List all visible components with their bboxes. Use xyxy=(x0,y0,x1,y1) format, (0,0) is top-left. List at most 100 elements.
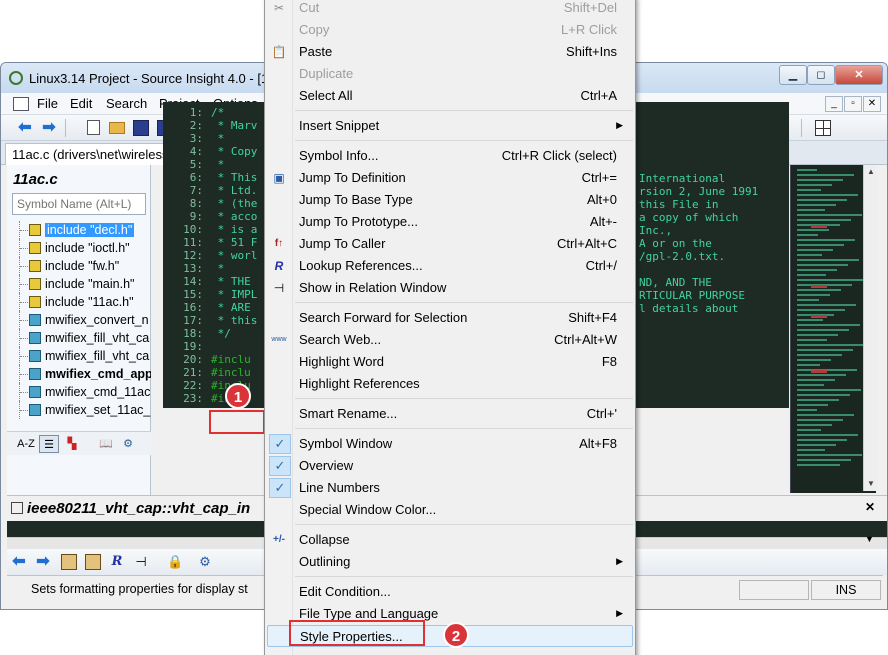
new-file-icon[interactable] xyxy=(87,120,100,135)
line-number: 21: xyxy=(183,366,203,379)
menu-item-smart-rename[interactable]: Smart Rename... Ctrl+' xyxy=(267,403,633,425)
symbol-name-search-input[interactable] xyxy=(12,193,146,215)
menu-search[interactable]: Search xyxy=(106,96,147,111)
context-window-icon xyxy=(11,502,23,514)
context-window-close-icon[interactable]: ✕ xyxy=(865,500,875,514)
menu-item-duplicate[interactable]: Duplicate xyxy=(267,63,633,85)
menu-item-label: Overview xyxy=(299,458,354,473)
overview-marker xyxy=(811,225,827,228)
mdi-close-button[interactable]: ✕ xyxy=(863,96,881,112)
symbol-list-item[interactable]: mwifiex_cmd_app xyxy=(7,365,151,383)
lock-icon[interactable]: 🔒 xyxy=(167,554,183,570)
menu-item-insert-snippet[interactable]: Insert Snippet ▶ xyxy=(267,115,633,137)
overview-line xyxy=(797,189,821,191)
symbol-list-item[interactable]: include "main.h" xyxy=(7,275,151,293)
close-button[interactable]: ✕ xyxy=(835,65,883,85)
menu-item-collapse[interactable]: +/- Collapse xyxy=(267,529,633,551)
context-menu: ✂ Cut Shift+Del Copy L+R Click 📋 Paste Shift+In… xyxy=(264,0,636,655)
menu-item-line-numbers[interactable]: ✓ Line Numbers xyxy=(267,477,633,499)
symbol-list-item[interactable]: include "fw.h" xyxy=(7,257,151,275)
menu-separator xyxy=(295,428,633,429)
book-icon[interactable]: 📖 xyxy=(97,435,115,453)
menu-item-paste[interactable]: 📋 Paste Shift+Ins xyxy=(267,41,633,63)
settings-gear-icon[interactable]: ⚙ xyxy=(197,554,213,570)
status-message: Sets formatting properties for display s… xyxy=(31,582,248,596)
menu-item-special-window-color[interactable]: Special Window Color... xyxy=(267,499,633,521)
menu-edit[interactable]: Edit xyxy=(70,96,92,111)
menu-item-lookup-references[interactable]: R Lookup References... Ctrl+/ xyxy=(267,255,633,277)
toolbar-separator xyxy=(65,119,66,137)
tree-connector xyxy=(19,257,29,275)
menu-item-cut[interactable]: ✂ Cut Shift+Del xyxy=(267,0,633,19)
overview-line xyxy=(797,169,817,171)
menu-item-outlining[interactable]: Outlining ▶ xyxy=(267,551,633,573)
menu-item-label: Copy xyxy=(299,22,330,37)
menu-item-select-all[interactable]: Select All Ctrl+A xyxy=(267,85,633,107)
overview-line xyxy=(797,289,841,291)
symbol-list-item[interactable]: include "11ac.h" xyxy=(7,293,151,311)
overview-line xyxy=(797,279,863,281)
menu-item-highlight-word[interactable]: Highlight Word F8 xyxy=(267,351,633,373)
menu-item-jump-to-caller[interactable]: f↑ Jump To Caller Ctrl+Alt+C xyxy=(267,233,633,255)
relation-icon[interactable]: ⊣ xyxy=(133,554,149,570)
save-icon[interactable] xyxy=(133,120,149,136)
list-view-icon[interactable]: ☰ xyxy=(39,435,59,453)
symbol-label: mwifiex_convert_n xyxy=(45,313,149,327)
code-line-fragment: International xyxy=(639,172,726,185)
menu-item-label: Line Numbers xyxy=(299,480,380,495)
sort-alpha-icon[interactable]: A-Z xyxy=(15,435,37,453)
menu-item-label: Insert Snippet xyxy=(299,118,380,133)
book-icon[interactable] xyxy=(85,554,101,570)
open-folder-icon[interactable] xyxy=(109,122,125,134)
scroll-up-icon[interactable]: ▲ xyxy=(864,165,878,179)
scroll-down-icon[interactable]: ▼ xyxy=(864,477,878,491)
overview-line xyxy=(797,194,858,196)
tree-connector xyxy=(19,401,29,419)
symbol-list-item[interactable]: include "decl.h" xyxy=(7,221,151,239)
menu-item-overview[interactable]: ✓ Overview xyxy=(267,455,633,477)
project-icon[interactable] xyxy=(61,554,77,570)
menu-item-search-web[interactable]: www Search Web... Ctrl+Alt+W xyxy=(267,329,633,351)
symbol-list-item[interactable]: mwifiex_fill_vht_ca xyxy=(7,347,151,365)
menu-item-highlight-references[interactable]: Highlight References xyxy=(267,373,633,395)
code-line: * 51 F xyxy=(211,236,258,249)
mdi-restore-button[interactable]: ▫ xyxy=(844,96,862,112)
settings-gear-icon[interactable]: ⚙ xyxy=(119,435,137,453)
symbol-list-item[interactable]: mwifiex_fill_vht_ca xyxy=(7,329,151,347)
back-arrow-icon[interactable]: ⬅ xyxy=(17,120,33,136)
category-view-icon[interactable]: ▚ xyxy=(63,435,81,453)
line-number: 8: xyxy=(189,197,203,210)
menu-item-copy[interactable]: Copy L+R Click xyxy=(267,19,633,41)
code-line: #inclu xyxy=(211,366,251,379)
menu-file[interactable]: File xyxy=(37,96,58,111)
menu-item-label: Collapse xyxy=(299,532,350,547)
maximize-button[interactable]: ◻ xyxy=(807,65,835,85)
menu-item-symbol-window[interactable]: ✓ Symbol Window Alt+F8 xyxy=(267,433,633,455)
back-arrow-icon[interactable]: ⬅ xyxy=(11,554,27,570)
menu-item-jump-to-base-type[interactable]: Jump To Base Type Alt+0 xyxy=(267,189,633,211)
line-number: 12: xyxy=(183,249,203,262)
menu-item-symbol-info[interactable]: Symbol Info... Ctrl+R Click (select) xyxy=(267,145,633,167)
submenu-arrow-icon: ▶ xyxy=(616,608,623,618)
document-icon[interactable] xyxy=(13,97,29,111)
menu-item-jump-to-definition[interactable]: ▣ Jump To Definition Ctrl+= xyxy=(267,167,633,189)
symbol-list-item[interactable]: include "ioctl.h" xyxy=(7,239,151,257)
minimize-button[interactable]: ▁ xyxy=(779,65,807,85)
vertical-scrollbar[interactable]: ▲ ▼ xyxy=(863,165,877,491)
forward-arrow-icon[interactable]: ➡ xyxy=(41,120,57,136)
overview-line xyxy=(797,219,851,221)
tree-connector xyxy=(19,239,29,257)
menu-item-edit-condition[interactable]: Edit Condition... xyxy=(267,581,633,603)
symbol-list-item[interactable]: mwifiex_cmd_11ac xyxy=(7,383,151,401)
menu-item-label: Lookup References... xyxy=(299,258,423,273)
forward-arrow-icon[interactable]: ➡ xyxy=(35,554,51,570)
layout-grid-icon[interactable] xyxy=(815,120,831,136)
symbol-list-item[interactable]: mwifiex_convert_n xyxy=(7,311,151,329)
symbol-list-item[interactable]: mwifiex_set_11ac_ xyxy=(7,401,151,419)
chevron-down-icon[interactable]: ▼ xyxy=(865,534,874,544)
menu-item-jump-to-prototype[interactable]: Jump To Prototype... Alt+- xyxy=(267,211,633,233)
menu-item-show-in-relation-window[interactable]: ⊣ Show in Relation Window xyxy=(267,277,633,299)
mdi-minimize-button[interactable]: _ xyxy=(825,96,843,112)
references-icon[interactable]: R xyxy=(109,554,125,570)
menu-item-search-forward-for-selection[interactable]: Search Forward for Selection Shift+F4 xyxy=(267,307,633,329)
